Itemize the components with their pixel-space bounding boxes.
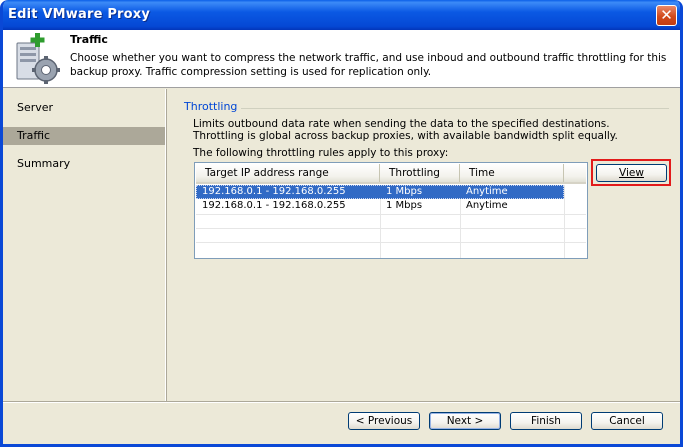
- throttling-description-line-2: Throttling is global across backup proxi…: [193, 130, 618, 142]
- row-divider: [196, 214, 586, 215]
- title-bar[interactable]: Edit VMware Proxy ✕: [3, 0, 680, 30]
- server-gear-icon: [16, 33, 60, 84]
- cell-time: Anytime: [466, 186, 508, 197]
- throttling-description: Limits outbound data rate when sending t…: [193, 118, 618, 142]
- next-button[interactable]: Next >: [429, 412, 501, 430]
- section-divider: [239, 108, 669, 109]
- throttling-section-title: Throttling: [184, 100, 242, 113]
- wizard-header: Traffic Choose whether you want to compr…: [3, 30, 680, 88]
- sidebar-item-traffic[interactable]: Traffic: [3, 127, 165, 145]
- cell-ip-range: 192.168.0.1 - 192.168.0.255: [202, 186, 346, 197]
- cell-ip-range: 192.168.0.1 - 192.168.0.255: [202, 200, 346, 211]
- page-title: Traffic: [70, 33, 108, 46]
- column-divider: [564, 185, 565, 258]
- column-header-ip-range[interactable]: Target IP address range: [196, 164, 380, 182]
- page-description: Choose whether you want to compress the …: [70, 52, 667, 78]
- previous-button[interactable]: < Previous: [348, 412, 420, 430]
- throttling-description-line-1: Limits outbound data rate when sending t…: [193, 118, 610, 130]
- row-divider: [196, 242, 586, 243]
- cancel-button[interactable]: Cancel: [591, 412, 663, 430]
- close-icon[interactable]: ✕: [656, 5, 677, 26]
- cell-time: Anytime: [466, 200, 508, 211]
- dialog-window: Edit VMware Proxy ✕ Traffic Choose wheth…: [0, 0, 683, 447]
- rules-label: The following throttling rules apply to …: [193, 147, 449, 159]
- table-header: Target IP address range Throttling Time: [196, 164, 586, 184]
- sidebar-item-summary[interactable]: Summary: [3, 155, 165, 173]
- sidebar-item-server[interactable]: Server: [3, 99, 165, 117]
- traffic-settings-panel: Throttling Limits outbound data rate whe…: [183, 89, 673, 399]
- column-header-throttling[interactable]: Throttling: [380, 164, 460, 182]
- finish-button[interactable]: Finish: [510, 412, 582, 430]
- view-button[interactable]: View: [596, 164, 667, 182]
- column-header-time[interactable]: Time: [460, 164, 564, 182]
- window-title: Edit VMware Proxy: [8, 7, 151, 22]
- cell-throttling: 1 Mbps: [386, 200, 423, 211]
- cell-throttling: 1 Mbps: [386, 186, 423, 197]
- table-row[interactable]: 192.168.0.1 - 192.168.0.255 1 Mbps Anyti…: [196, 185, 564, 199]
- footer-divider: [3, 401, 680, 403]
- throttling-rules-table[interactable]: Target IP address range Throttling Time …: [194, 162, 588, 259]
- table-row[interactable]: 192.168.0.1 - 192.168.0.255 1 Mbps Anyti…: [196, 199, 564, 213]
- wizard-steps-sidebar: Server Traffic Summary: [3, 89, 166, 401]
- row-divider: [196, 228, 586, 229]
- view-button-highlight: View: [591, 159, 671, 186]
